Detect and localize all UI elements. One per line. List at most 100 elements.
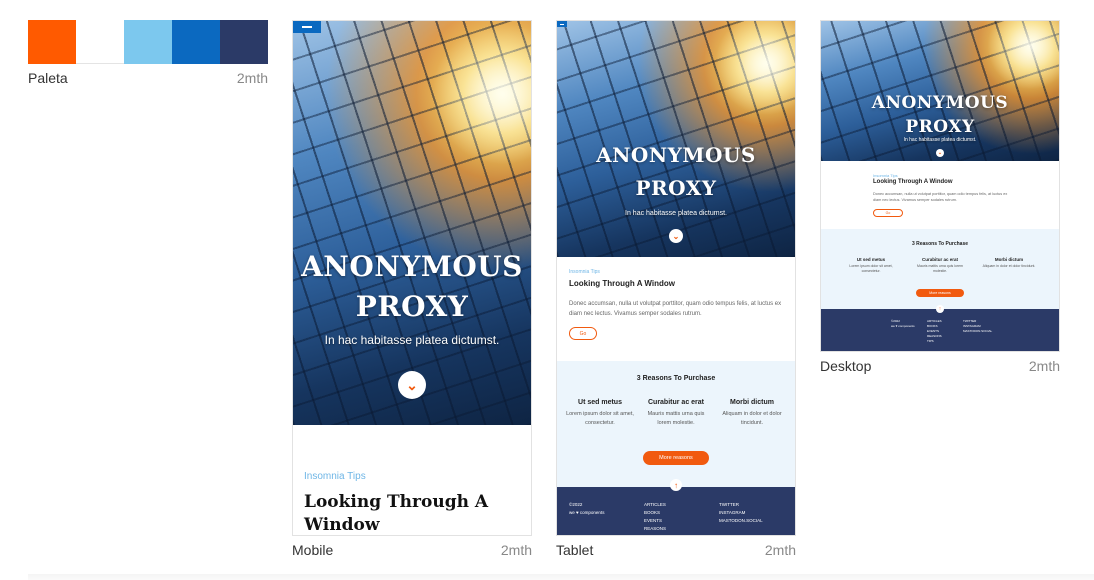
- footer-links-col2: TWITTER INSTAGRAM MASTODON.SOCIAL: [963, 319, 992, 334]
- desktop-reasons-columns: Ut sed metus Lorem ipsum dolor sit amet,…: [841, 257, 1039, 274]
- hero-title-line1: ANONYMOUS: [871, 93, 1009, 113]
- reason-column: Morbi dictum Aliquam in dolor et dolor t…: [979, 257, 1039, 274]
- tablet-name: Tablet: [556, 542, 594, 558]
- footer-link: INSTAGRAM: [719, 510, 746, 515]
- footer-link: EVENTS: [644, 518, 663, 523]
- swatch-navy: [220, 20, 268, 64]
- tablet-reasons-section: 3 Reasons To Purchase Ut sed metus Lorem…: [557, 361, 795, 491]
- footer-link: MASTODON.SOCIAL: [719, 518, 763, 523]
- reason-title: Morbi dictum: [730, 399, 774, 406]
- footer-credit-text: we ♥ components: [569, 510, 605, 515]
- mobile-time: 2mth: [500, 542, 532, 558]
- reason-column: Ut sed metus Lorem ipsum dolor sit amet,…: [565, 399, 635, 428]
- reason-text: Mauris mattis urna quis lorem molestie.: [917, 264, 963, 273]
- swatch-blue: [172, 20, 220, 64]
- desktop-reasons-title: 3 Reasons To Purchase: [911, 241, 969, 247]
- mobile-hero-title: ANONYMOUS PROXY: [293, 247, 531, 327]
- footer-links-col2: TWITTER INSTAGRAM MASTODON.SOCIAL: [719, 501, 763, 525]
- tablet-reasons-title: 3 Reasons To Purchase: [636, 375, 716, 382]
- desktop-name: Desktop: [820, 358, 872, 374]
- reason-column: Ut sed metus Lorem ipsum dolor sit amet,…: [841, 257, 901, 274]
- tablet-more-reasons-button: More reasons: [643, 451, 709, 465]
- mobile-hero-subtitle: In hac habitasse platea dictumst.: [324, 333, 500, 347]
- reason-text: Aliquam in dolor et dolor tincidunt.: [722, 411, 782, 426]
- mobile-meta: Mobile 2mth: [292, 542, 532, 558]
- reason-column: Morbi dictum Aliquam in dolor et dolor t…: [717, 399, 787, 428]
- desktop-go-button: Go: [873, 209, 903, 217]
- reason-title: Morbi dictum: [994, 257, 1024, 262]
- footer-link: REASONS: [644, 526, 667, 531]
- chevron-down-icon: ⌄: [398, 371, 426, 399]
- footer-link: ARTICLES: [644, 502, 666, 507]
- swatch-white: [76, 20, 124, 64]
- footer-link: BOOKS: [644, 510, 661, 515]
- footer-link: MASTODON.SOCIAL: [963, 329, 993, 333]
- mobile-article-title: Looking Through A Window: [304, 492, 489, 535]
- footer-credit: ©2022 we ♥ components: [891, 319, 915, 329]
- desktop-card[interactable]: ANONYMOUS PROXY In hac habitasse platea …: [820, 20, 1060, 374]
- tablet-article-title: Looking Through A Window: [569, 279, 675, 288]
- menu-icon: [557, 21, 567, 27]
- reason-column: Curabitur ac erat Mauris mattis urna qui…: [910, 257, 970, 274]
- arrow-up-icon: ↑: [936, 305, 944, 313]
- footer-links-col1: ARTICLES BOOKS EVENTS REASONS TIPS: [927, 319, 942, 344]
- desktop-article-body: Donec accumsan, nulla ut volutpat portti…: [873, 192, 1008, 202]
- palette-swatches: [28, 20, 268, 64]
- reason-text: Aliquam in dolor et dolor tincidunt.: [982, 264, 1036, 268]
- tablet-article-tag: Insomnia Tips: [569, 269, 600, 275]
- reason-text: Lorem ipsum dolor sit amet, consectetur.: [849, 264, 893, 273]
- footer-credit: ©2022 we ♥ components: [569, 501, 604, 517]
- desktop-footer: ©2022 we ♥ components ARTICLES BOOKS EVE…: [821, 309, 1059, 351]
- tablet-go-button: Go: [569, 327, 597, 340]
- mobile-article-tag: Insomnia Tips: [304, 471, 366, 482]
- reason-column: Curabitur ac erat Mauris mattis urna qui…: [641, 399, 711, 428]
- desktop-time: 2mth: [1028, 358, 1060, 374]
- swatch-orange: [28, 20, 76, 64]
- footer-credit-text: we ♥ components: [891, 324, 915, 328]
- desktop-thumbnail[interactable]: ANONYMOUS PROXY In hac habitasse platea …: [820, 20, 1060, 352]
- tablet-meta: Tablet 2mth: [556, 542, 796, 558]
- palette-card[interactable]: Paleta 2mth: [28, 20, 268, 86]
- desktop-reasons-section: 3 Reasons To Purchase Ut sed metus Lorem…: [821, 229, 1059, 313]
- palette-name: Paleta: [28, 70, 68, 86]
- reason-text: Mauris mattis urna quis lorem molestie.: [647, 411, 705, 426]
- swatch-light-blue: [124, 20, 172, 64]
- desktop-hero-subtitle: In hac habitasse platea dictumst.: [903, 137, 977, 143]
- tablet-hero-title: ANONYMOUS PROXY: [557, 139, 795, 205]
- arrow-up-icon: ↑: [670, 479, 682, 491]
- reason-title: Curabitur ac erat: [647, 399, 705, 406]
- reason-title: Ut sed metus: [578, 399, 622, 406]
- footer-links-col1: ARTICLES BOOKS EVENTS REASONS: [644, 501, 666, 533]
- footer-link: TWITTER: [719, 502, 739, 507]
- footer-link: TIPS: [927, 339, 934, 343]
- chevron-down-icon: ⌄: [669, 229, 683, 243]
- reason-title: Curabitur ac erat: [921, 257, 958, 262]
- menu-icon: [293, 21, 321, 33]
- hero-title-line1: ANONYMOUS: [596, 143, 756, 167]
- footer-copyright: ©2022: [569, 502, 583, 507]
- tablet-card[interactable]: ANONYMOUS PROXY In hac habitasse platea …: [556, 20, 796, 558]
- bottom-divider: [28, 574, 1094, 580]
- desktop-meta: Desktop 2mth: [820, 358, 1060, 374]
- mobile-hero: ANONYMOUS PROXY In hac habitasse platea …: [293, 21, 531, 425]
- mobile-thumbnail[interactable]: ANONYMOUS PROXY In hac habitasse platea …: [292, 20, 532, 536]
- hero-title-line2: PROXY: [355, 290, 469, 323]
- desktop-more-reasons-button: More reasons: [916, 289, 964, 297]
- mobile-card[interactable]: ANONYMOUS PROXY In hac habitasse platea …: [292, 20, 532, 558]
- tablet-thumbnail[interactable]: ANONYMOUS PROXY In hac habitasse platea …: [556, 20, 796, 536]
- tablet-hero: ANONYMOUS PROXY In hac habitasse platea …: [557, 21, 795, 257]
- tablet-reasons-columns: Ut sed metus Lorem ipsum dolor sit amet,…: [565, 399, 787, 428]
- reason-title: Ut sed metus: [856, 257, 886, 262]
- tablet-time: 2mth: [764, 542, 796, 558]
- reason-text: Lorem ipsum dolor sit amet, consectetur.: [566, 411, 634, 426]
- tablet-article-body: Donec accumsan, nulla ut volutpat portti…: [569, 301, 782, 317]
- palette-time: 2mth: [236, 70, 268, 86]
- hero-title-line2: PROXY: [905, 117, 975, 137]
- hero-title-line2: PROXY: [635, 176, 717, 200]
- desktop-article-title: Looking Through A Window: [873, 179, 953, 185]
- tablet-footer: ©2022 we ♥ components ARTICLES BOOKS EVE…: [557, 487, 795, 535]
- tablet-hero-subtitle: In hac habitasse platea dictumst.: [625, 210, 727, 217]
- chevron-down-icon: ⌄: [936, 149, 944, 157]
- hero-title-line1: ANONYMOUS: [301, 250, 523, 283]
- desktop-hero-title: ANONYMOUS PROXY: [821, 91, 1059, 139]
